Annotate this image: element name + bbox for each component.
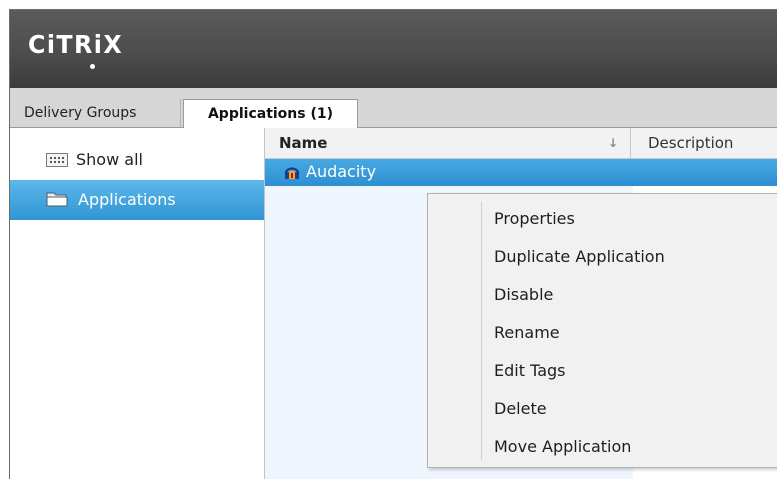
menu-item-delete[interactable]: Delete	[494, 390, 547, 428]
tab-delivery-groups[interactable]: Delivery Groups	[10, 99, 181, 127]
sidebar-item-show-all[interactable]: Show all	[10, 140, 264, 180]
app-header: CiTRiX	[10, 10, 777, 88]
table-row[interactable]: Audacity	[265, 159, 777, 186]
logo-text: CiTRiX	[28, 30, 124, 59]
column-header-label: Name	[279, 134, 328, 152]
sort-arrow-down-icon: ↓	[608, 136, 619, 150]
row-name: Audacity	[306, 162, 377, 181]
column-header-description[interactable]: Description	[648, 128, 733, 158]
folder-icon	[46, 192, 68, 207]
menu-item-properties[interactable]: Properties	[494, 200, 575, 238]
folder-tree-pane: Show all Applications	[10, 128, 265, 479]
menu-item-disable[interactable]: Disable	[494, 276, 553, 314]
sidebar-item-label: Applications	[78, 190, 176, 209]
tab-bar: Delivery Groups Applications (1)	[10, 88, 777, 129]
audacity-app-icon	[284, 167, 300, 179]
menu-item-duplicate-application[interactable]: Duplicate Application	[494, 238, 665, 276]
sidebar-item-label: Show all	[76, 150, 143, 169]
sidebar-item-applications[interactable]: Applications	[10, 180, 264, 220]
tab-applications[interactable]: Applications (1)	[183, 99, 358, 129]
menu-item-edit-tags[interactable]: Edit Tags	[494, 352, 566, 390]
grid-header: Name ↓ Description	[265, 128, 777, 159]
menu-item-rename[interactable]: Rename	[494, 314, 560, 352]
column-header-name[interactable]: Name ↓	[265, 128, 631, 158]
grid-icon	[46, 153, 68, 167]
logo-dot	[90, 64, 95, 69]
menu-item-move-application[interactable]: Move Application	[494, 428, 631, 466]
menu-icon-column-divider	[481, 202, 482, 460]
context-menu: Properties Duplicate Application Disable…	[427, 193, 777, 468]
